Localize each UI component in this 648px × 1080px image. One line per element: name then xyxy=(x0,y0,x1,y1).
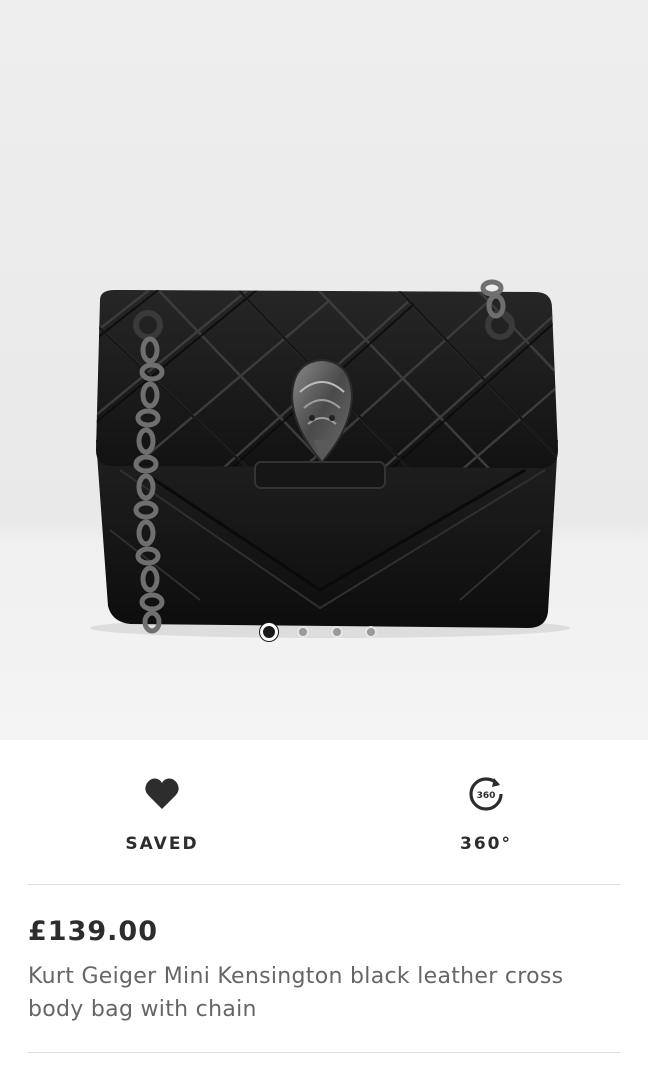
product-title: Kurt Geiger Mini Kensington black leathe… xyxy=(28,964,564,1022)
divider xyxy=(28,1052,620,1053)
carousel-dots xyxy=(260,622,380,642)
carousel-dot-2[interactable] xyxy=(294,623,312,641)
rotate-360-icon: 360 xyxy=(466,774,506,814)
saved-button[interactable]: SAVED xyxy=(0,740,324,884)
rotate-360-icon-text: 360 xyxy=(477,791,496,801)
product-actions: SAVED 360 360° xyxy=(0,740,648,884)
carousel-dot-4[interactable] xyxy=(362,623,380,641)
view-360-button[interactable]: 360 360° xyxy=(324,740,648,884)
carousel-dot-1[interactable] xyxy=(260,623,278,641)
divider xyxy=(28,884,620,885)
heart-icon xyxy=(142,774,182,814)
product-image-gallery[interactable] xyxy=(0,0,648,740)
saved-label: SAVED xyxy=(125,834,199,854)
carousel-dot-3[interactable] xyxy=(328,623,346,641)
view-360-label: 360° xyxy=(460,834,512,854)
product-price: £139.00 xyxy=(28,916,158,947)
